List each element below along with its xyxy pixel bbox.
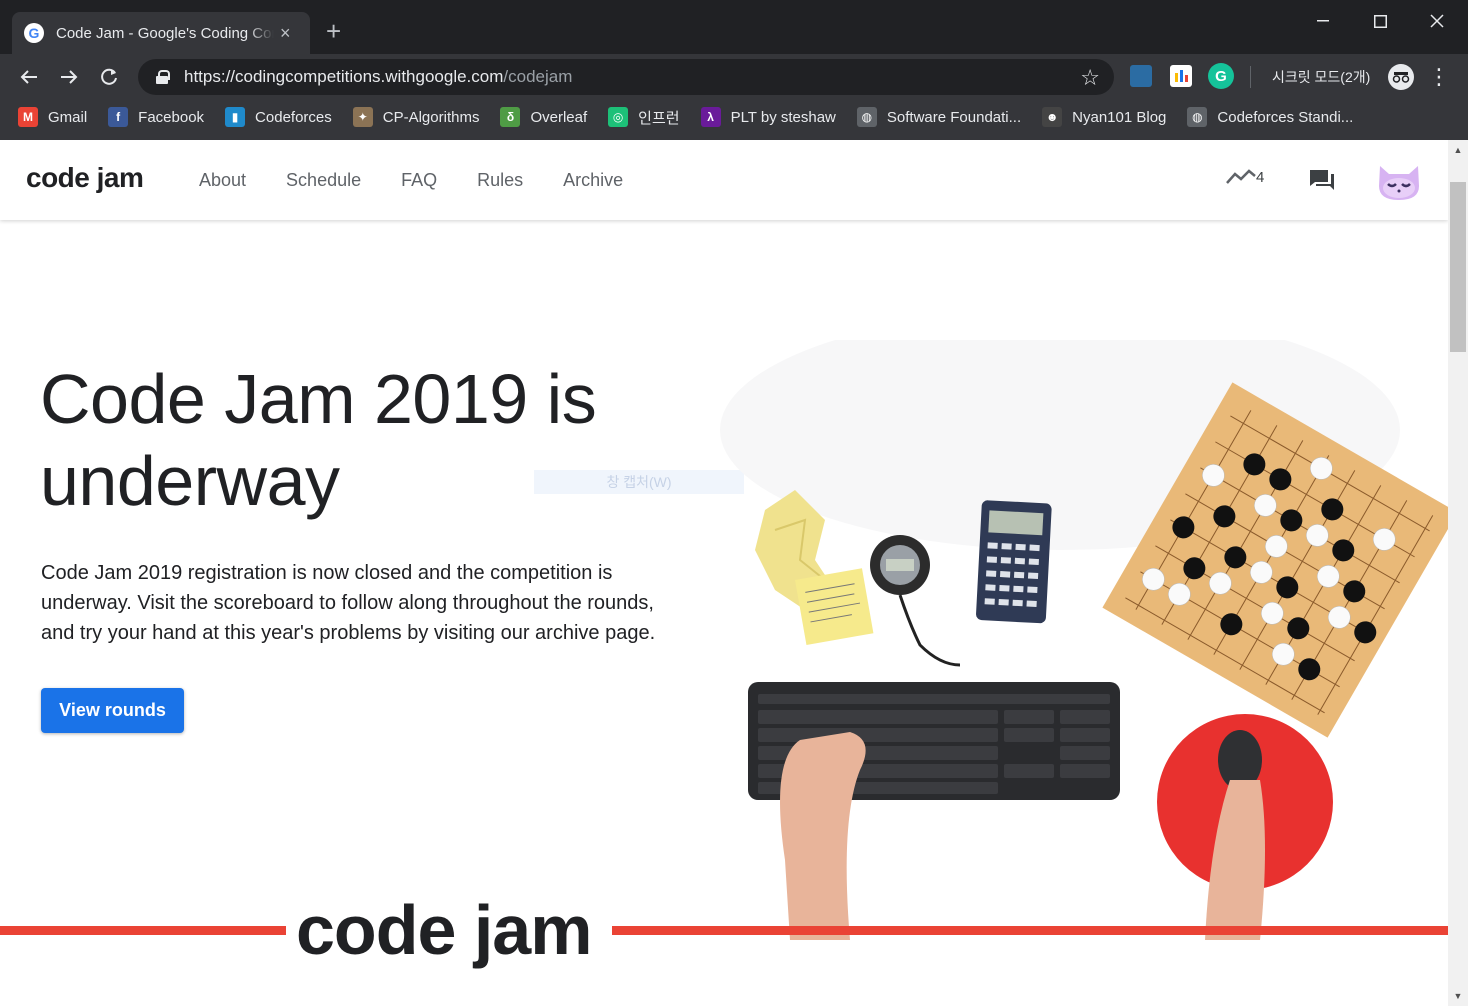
bookmark-label: CP-Algorithms bbox=[382, 108, 480, 126]
arrow-left-icon bbox=[20, 70, 37, 84]
bookmark-item[interactable]: ◍ Codeforces Standi... bbox=[1187, 107, 1353, 127]
footer-rule-right bbox=[612, 926, 1448, 935]
close-window-button[interactable] bbox=[1414, 6, 1460, 36]
bookmark-item[interactable]: ☻ Nyan101 Blog bbox=[1042, 107, 1166, 127]
inflearn-icon: ◎ bbox=[608, 107, 629, 127]
site-header: code jam About Schedule FAQ Rules Archiv… bbox=[0, 140, 1448, 220]
bookmark-item[interactable]: f Facebook bbox=[108, 107, 204, 127]
globe-icon: ◍ bbox=[856, 107, 877, 127]
reload-button[interactable] bbox=[94, 62, 124, 92]
user-avatar-cat-icon[interactable] bbox=[1377, 162, 1421, 202]
new-tab-button[interactable]: + bbox=[326, 16, 341, 46]
overleaf-icon: δ bbox=[500, 107, 521, 127]
nav-rules[interactable]: Rules bbox=[477, 170, 523, 191]
incognito-icon[interactable] bbox=[1388, 64, 1414, 90]
gmail-icon: M bbox=[18, 107, 38, 127]
hero-description: Code Jam 2019 registration is now closed… bbox=[41, 562, 656, 644]
view-rounds-button[interactable]: View rounds bbox=[41, 688, 184, 733]
calculator-icon bbox=[976, 500, 1052, 624]
tab-close-icon[interactable]: × bbox=[280, 23, 291, 44]
nyan-icon: ☻ bbox=[1042, 107, 1063, 127]
hero-illustration bbox=[720, 340, 1448, 940]
bookmark-star-icon[interactable]: ☆ bbox=[1080, 65, 1100, 91]
nav-about[interactable]: About bbox=[199, 170, 246, 191]
minimize-icon bbox=[1317, 20, 1329, 22]
scrollbar-thumb[interactable] bbox=[1450, 182, 1466, 352]
bookmark-label: Overleaf bbox=[530, 108, 588, 126]
google-favicon-icon: G bbox=[24, 23, 44, 43]
lock-icon bbox=[156, 70, 170, 84]
globe-icon: ◍ bbox=[1187, 107, 1208, 127]
toolbar: https://codingcompetitions.withgoogle.co… bbox=[0, 54, 1468, 100]
address-bar[interactable]: https://codingcompetitions.withgoogle.co… bbox=[138, 59, 1114, 95]
back-button[interactable] bbox=[14, 62, 44, 92]
bookmark-item[interactable]: ◍ Software Foundati... bbox=[856, 107, 1022, 127]
code-jam-logo[interactable]: code jam bbox=[26, 162, 144, 194]
svg-text:G: G bbox=[1215, 68, 1227, 85]
nav-schedule[interactable]: Schedule bbox=[286, 170, 361, 191]
bookmark-item[interactable]: δ Overleaf bbox=[500, 107, 587, 127]
bookmark-item[interactable]: ▮ Codeforces bbox=[225, 107, 332, 127]
nav-faq[interactable]: FAQ bbox=[401, 170, 437, 191]
bookmark-item[interactable]: ◎ 인프런 bbox=[608, 107, 680, 128]
bookmarks-bar: M Gmail f Facebook ▮ Codeforces ✦ CP-Algorithms… bbox=[0, 100, 1468, 134]
bookmark-label: Codeforces Standi... bbox=[1217, 108, 1354, 126]
dictionary-extension-icon[interactable] bbox=[1130, 65, 1152, 87]
toolbar-divider bbox=[1250, 66, 1251, 88]
nav-archive[interactable]: Archive bbox=[563, 170, 623, 191]
footer-rule-left bbox=[0, 926, 286, 935]
trend-button[interactable]: 4 bbox=[1226, 168, 1264, 186]
footer-code-jam-logo: code jam bbox=[296, 891, 592, 969]
stopwatch-icon bbox=[870, 535, 961, 667]
cp-algorithms-icon: ✦ bbox=[352, 107, 373, 127]
scroll-up-icon[interactable]: ▲ bbox=[1448, 140, 1468, 160]
maximize-button[interactable] bbox=[1357, 6, 1403, 36]
trend-count: 4 bbox=[1256, 168, 1265, 186]
bookmark-label: PLT by steshaw bbox=[730, 108, 836, 126]
bookmark-item[interactable]: λ PLT by steshaw bbox=[700, 107, 836, 127]
incognito-label[interactable]: 시크릿 모드(2개) bbox=[1272, 67, 1370, 87]
bookmark-label: Codeforces bbox=[255, 108, 332, 126]
browser-chrome: G Code Jam - Google's Coding Competition… bbox=[0, 0, 1468, 140]
bookmark-item[interactable]: ✦ CP-Algorithms bbox=[352, 107, 480, 127]
bookmark-item[interactable]: M Gmail bbox=[18, 107, 87, 127]
scroll-down-icon[interactable]: ▼ bbox=[1448, 986, 1468, 1006]
site-nav: About Schedule FAQ Rules Archive bbox=[199, 170, 663, 191]
codeforces-icon: ▮ bbox=[225, 107, 246, 127]
page-scrollbar[interactable]: ▲ ▼ bbox=[1448, 140, 1468, 1006]
title-bar: G Code Jam - Google's Coding Competition… bbox=[0, 0, 1468, 54]
hand-left-icon bbox=[780, 732, 866, 940]
plt-icon: λ bbox=[700, 107, 721, 127]
tab-code-jam[interactable]: G Code Jam - Google's Coding Competition… bbox=[12, 12, 310, 54]
grammarly-icon[interactable]: G bbox=[1208, 63, 1234, 89]
chat-icon[interactable] bbox=[1308, 168, 1336, 192]
arrow-right-icon bbox=[61, 70, 78, 84]
hero-title: Code Jam 2019 is underway bbox=[40, 360, 597, 520]
facebook-icon: f bbox=[108, 107, 129, 127]
bookmark-label: 인프런 bbox=[638, 109, 680, 127]
maximize-icon bbox=[1373, 14, 1387, 28]
sticky-note-icon bbox=[795, 568, 874, 645]
tab-title: Code Jam - Google's Coding Competitions bbox=[56, 24, 274, 42]
forward-button[interactable] bbox=[54, 62, 84, 92]
reload-icon bbox=[101, 68, 117, 85]
bookmark-label: Nyan101 Blog bbox=[1072, 108, 1167, 126]
chart-extension-icon[interactable] bbox=[1170, 65, 1192, 87]
bookmark-label: Facebook bbox=[138, 108, 205, 126]
menu-kebab-icon[interactable]: ⋮ bbox=[1428, 64, 1450, 90]
trending-icon bbox=[1226, 169, 1256, 184]
close-icon bbox=[1430, 14, 1444, 28]
bookmark-label: Gmail bbox=[48, 108, 88, 126]
url-text: https://codingcompetitions.withgoogle.co… bbox=[184, 67, 573, 86]
bookmark-label: Software Foundati... bbox=[886, 108, 1022, 126]
page-viewport: code jam About Schedule FAQ Rules Archiv… bbox=[0, 140, 1448, 1006]
minimize-button[interactable] bbox=[1300, 6, 1346, 36]
